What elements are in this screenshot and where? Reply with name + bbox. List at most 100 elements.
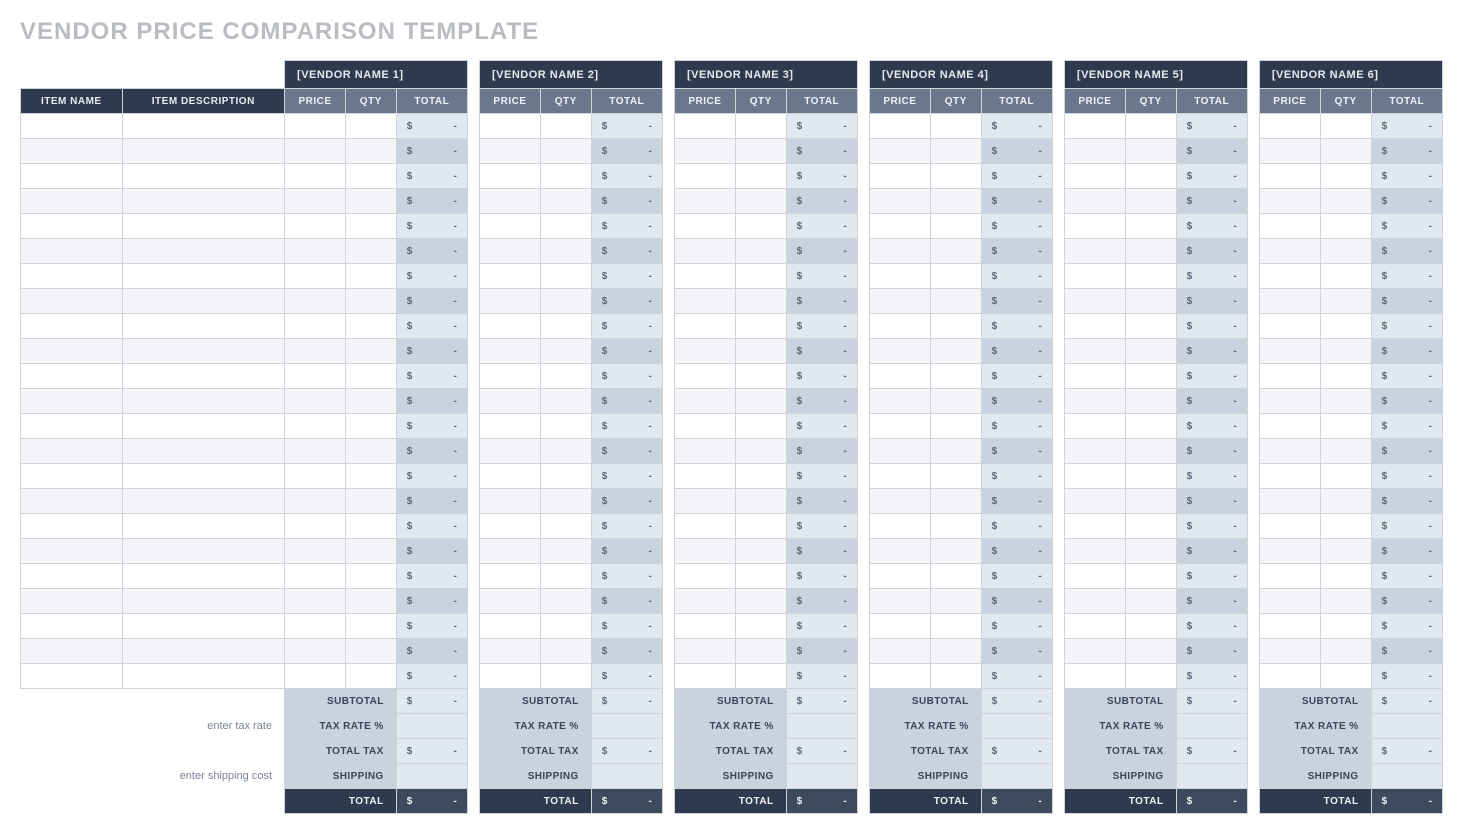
- price-cell[interactable]: [1259, 139, 1320, 164]
- price-cell[interactable]: [869, 214, 930, 239]
- qty-cell[interactable]: [735, 239, 786, 264]
- price-cell[interactable]: [1259, 464, 1320, 489]
- price-cell[interactable]: [674, 339, 735, 364]
- qty-cell[interactable]: [540, 139, 591, 164]
- item-name-cell[interactable]: [21, 664, 123, 689]
- qty-cell[interactable]: [735, 114, 786, 139]
- item-name-cell[interactable]: [21, 464, 123, 489]
- item-name-cell[interactable]: [21, 564, 123, 589]
- price-cell[interactable]: [1064, 414, 1125, 439]
- price-cell[interactable]: [480, 339, 541, 364]
- qty-cell[interactable]: [345, 564, 396, 589]
- price-cell[interactable]: [1259, 114, 1320, 139]
- price-cell[interactable]: [285, 389, 346, 414]
- price-cell[interactable]: [285, 589, 346, 614]
- qty-cell[interactable]: [1320, 289, 1371, 314]
- price-cell[interactable]: [1064, 314, 1125, 339]
- price-cell[interactable]: [285, 539, 346, 564]
- price-cell[interactable]: [285, 664, 346, 689]
- qty-cell[interactable]: [345, 289, 396, 314]
- item-desc-cell[interactable]: [122, 389, 284, 414]
- qty-cell[interactable]: [735, 639, 786, 664]
- price-cell[interactable]: [1064, 364, 1125, 389]
- qty-cell[interactable]: [735, 214, 786, 239]
- qty-cell[interactable]: [735, 514, 786, 539]
- qty-cell[interactable]: [930, 139, 981, 164]
- qty-cell[interactable]: [930, 614, 981, 639]
- summary-input[interactable]: [1176, 764, 1247, 789]
- price-cell[interactable]: [869, 364, 930, 389]
- item-name-cell[interactable]: [21, 489, 123, 514]
- qty-cell[interactable]: [735, 364, 786, 389]
- price-cell[interactable]: [1064, 389, 1125, 414]
- qty-cell[interactable]: [1320, 564, 1371, 589]
- qty-cell[interactable]: [1125, 639, 1176, 664]
- qty-cell[interactable]: [540, 489, 591, 514]
- item-desc-cell[interactable]: [122, 239, 284, 264]
- qty-cell[interactable]: [540, 264, 591, 289]
- qty-cell[interactable]: [735, 389, 786, 414]
- price-cell[interactable]: [869, 414, 930, 439]
- qty-cell[interactable]: [540, 339, 591, 364]
- qty-cell[interactable]: [345, 589, 396, 614]
- price-cell[interactable]: [480, 414, 541, 439]
- price-cell[interactable]: [285, 114, 346, 139]
- qty-cell[interactable]: [540, 614, 591, 639]
- price-cell[interactable]: [674, 214, 735, 239]
- price-cell[interactable]: [869, 114, 930, 139]
- item-desc-cell[interactable]: [122, 489, 284, 514]
- price-cell[interactable]: [1064, 514, 1125, 539]
- price-cell[interactable]: [480, 314, 541, 339]
- qty-cell[interactable]: [345, 514, 396, 539]
- qty-cell[interactable]: [930, 464, 981, 489]
- qty-cell[interactable]: [1125, 139, 1176, 164]
- qty-cell[interactable]: [345, 264, 396, 289]
- qty-cell[interactable]: [1320, 264, 1371, 289]
- price-cell[interactable]: [285, 239, 346, 264]
- price-cell[interactable]: [869, 239, 930, 264]
- price-cell[interactable]: [869, 189, 930, 214]
- price-cell[interactable]: [869, 639, 930, 664]
- price-cell[interactable]: [1064, 489, 1125, 514]
- item-desc-cell[interactable]: [122, 214, 284, 239]
- price-cell[interactable]: [869, 164, 930, 189]
- qty-cell[interactable]: [1320, 614, 1371, 639]
- qty-cell[interactable]: [540, 564, 591, 589]
- qty-cell[interactable]: [1125, 114, 1176, 139]
- qty-cell[interactable]: [540, 539, 591, 564]
- price-cell[interactable]: [1259, 614, 1320, 639]
- price-cell[interactable]: [1259, 589, 1320, 614]
- price-cell[interactable]: [869, 489, 930, 514]
- qty-cell[interactable]: [345, 364, 396, 389]
- qty-cell[interactable]: [735, 414, 786, 439]
- price-cell[interactable]: [480, 489, 541, 514]
- price-cell[interactable]: [1064, 214, 1125, 239]
- qty-cell[interactable]: [540, 414, 591, 439]
- qty-cell[interactable]: [1320, 389, 1371, 414]
- qty-cell[interactable]: [345, 189, 396, 214]
- qty-cell[interactable]: [1320, 364, 1371, 389]
- price-cell[interactable]: [674, 564, 735, 589]
- price-cell[interactable]: [674, 639, 735, 664]
- price-cell[interactable]: [674, 614, 735, 639]
- item-name-cell[interactable]: [21, 264, 123, 289]
- item-desc-cell[interactable]: [122, 439, 284, 464]
- price-cell[interactable]: [869, 589, 930, 614]
- price-cell[interactable]: [1064, 564, 1125, 589]
- qty-cell[interactable]: [930, 114, 981, 139]
- price-cell[interactable]: [1064, 439, 1125, 464]
- price-cell[interactable]: [674, 439, 735, 464]
- price-cell[interactable]: [869, 564, 930, 589]
- summary-input[interactable]: [786, 764, 857, 789]
- qty-cell[interactable]: [930, 339, 981, 364]
- qty-cell[interactable]: [1125, 389, 1176, 414]
- item-name-cell[interactable]: [21, 639, 123, 664]
- price-cell[interactable]: [674, 114, 735, 139]
- price-cell[interactable]: [869, 339, 930, 364]
- price-cell[interactable]: [674, 514, 735, 539]
- price-cell[interactable]: [674, 139, 735, 164]
- qty-cell[interactable]: [735, 589, 786, 614]
- price-cell[interactable]: [285, 139, 346, 164]
- price-cell[interactable]: [285, 614, 346, 639]
- price-cell[interactable]: [480, 464, 541, 489]
